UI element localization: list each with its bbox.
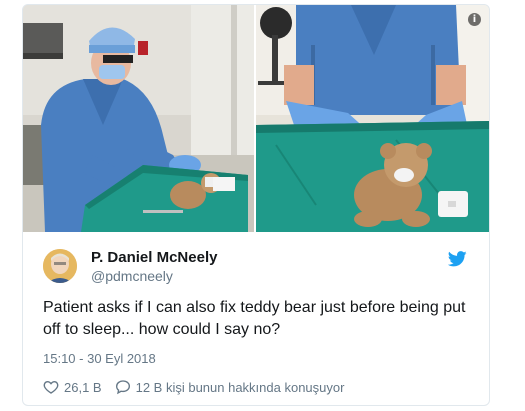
photo-surgeon-with-teddy[interactable] [23, 5, 254, 232]
user-handle[interactable]: @pdmcneely [91, 268, 173, 284]
like-count[interactable]: 26,1 B [64, 380, 102, 395]
tweet-card[interactable]: i P. Daniel McNeely @pdmcneely Patient a… [22, 4, 490, 406]
speech-bubble-icon[interactable] [115, 379, 131, 395]
twitter-bird-icon[interactable] [448, 251, 467, 267]
avatar-image [43, 249, 77, 283]
photo-teddy-closeup-image [256, 5, 489, 232]
display-name[interactable]: P. Daniel McNeely [91, 249, 217, 266]
photo-teddy-closeup[interactable]: i [256, 5, 489, 232]
tweet-timestamp[interactable]: 15:10 - 30 Eyl 2018 [43, 351, 156, 366]
replies-link[interactable]: 12 B kişi bunun hakkında konuşuyor [136, 380, 345, 395]
tweet-media[interactable]: i [23, 5, 489, 232]
tweet-text: Patient asks if I can also fix teddy bea… [43, 299, 466, 338]
heart-icon[interactable] [43, 379, 59, 395]
info-icon[interactable]: i [468, 13, 481, 26]
tweet-actions: 26,1 B 12 B kişi bunun hakkında konuşuyo… [43, 378, 344, 396]
photo-surgeon-with-teddy-image [23, 5, 254, 232]
avatar[interactable] [43, 249, 77, 283]
